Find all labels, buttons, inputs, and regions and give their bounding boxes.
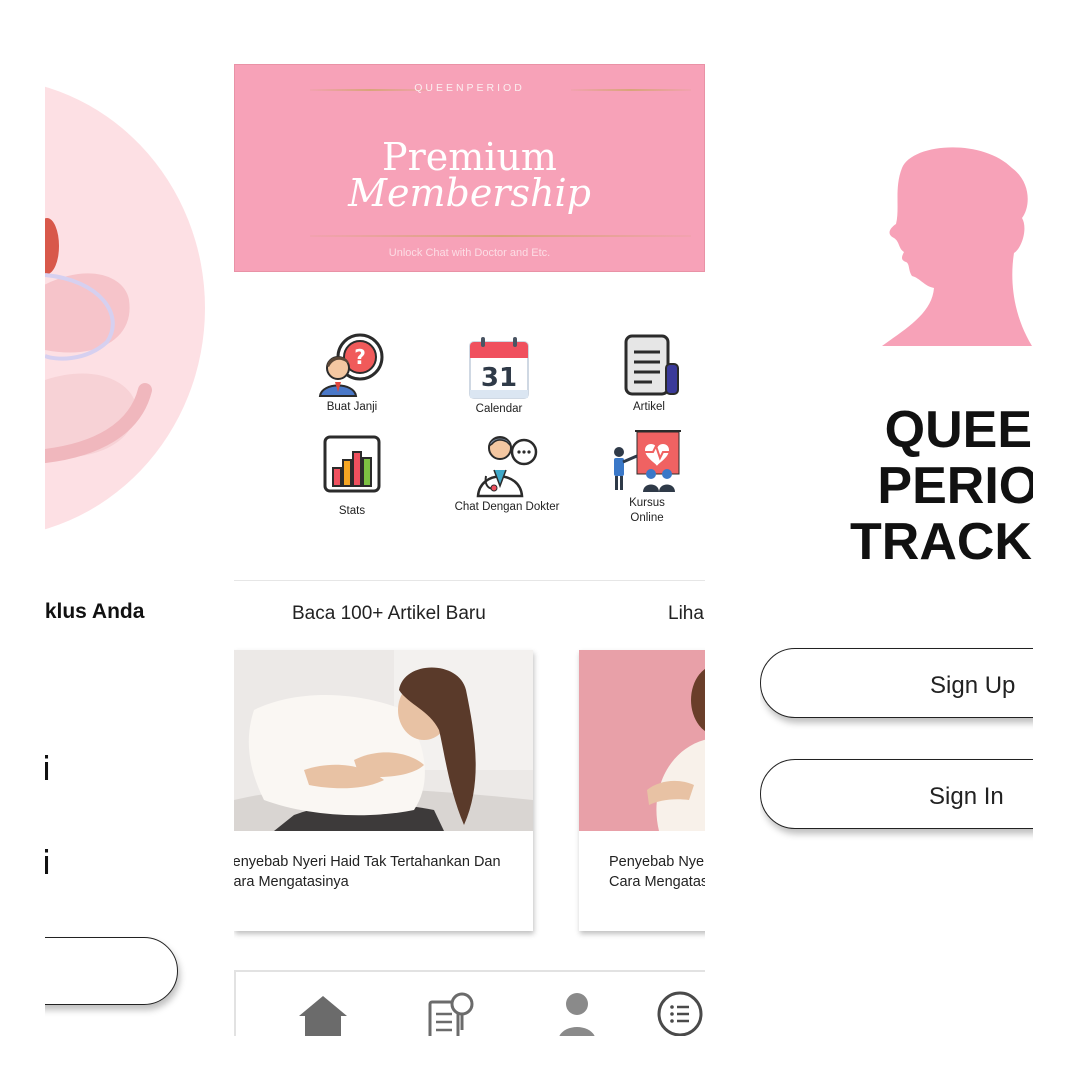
feature-calendar[interactable]: 31 Calendar [444, 336, 554, 417]
article-icon [624, 334, 679, 396]
premium-banner[interactable]: QUEENPERIOD Premium Membership Unlock Ch… [234, 64, 705, 272]
feature-label: Artikel [633, 401, 665, 413]
document-search-icon[interactable] [426, 990, 478, 1036]
app-title-line1: QUEEN [884, 401, 1033, 459]
left-screen: Siklus Anda i i [45, 60, 225, 1036]
app-title-line2: PERIOD [877, 457, 1033, 515]
article-title: Penyebab Nyeri Haid Tak Tertahankan Dan … [609, 854, 705, 890]
left-text-2: i [45, 844, 51, 882]
article-photo [234, 650, 533, 831]
banner-brand: QUEENPERIOD [414, 82, 525, 94]
article-photo [579, 650, 705, 831]
feature-label: Stats [338, 505, 366, 517]
online-course-icon [614, 430, 681, 492]
sign-in-button[interactable]: Sign In [760, 759, 1033, 829]
doctor-chat-icon [476, 436, 538, 498]
see-all-link[interactable]: Liha [668, 603, 704, 625]
feature-label: Calendar [475, 403, 523, 415]
left-action-button[interactable] [45, 937, 178, 1005]
feature-kursus-online[interactable]: Kursus Online [592, 428, 702, 526]
hero-illustration [45, 218, 152, 463]
left-text-1: i [45, 750, 51, 788]
stats-icon [323, 435, 381, 493]
woman-silhouette-logo [882, 147, 1032, 346]
feature-buat-janji[interactable]: ? Buat Janji [297, 332, 407, 415]
calendar-icon: 31 [469, 337, 529, 399]
cycle-heading: Siklus Anda [45, 600, 145, 623]
article-card[interactable]: Penyebab Nyeri Haid Tak Tertahankan Dan … [579, 650, 705, 931]
sign-up-button[interactable]: Sign Up [760, 648, 1033, 718]
appointment-icon: ? [318, 333, 384, 397]
feature-label: Kursus Online [629, 497, 665, 524]
article-title: Penyebab Nyeri Haid Tak Tertahankan Dan … [234, 854, 501, 890]
app-title: QUEEN PERIOD TRACKER [850, 402, 1033, 570]
list-icon[interactable] [656, 990, 704, 1036]
articles-section-title: Baca 100+ Artikel Baru [292, 603, 486, 624]
home-icon[interactable] [297, 990, 349, 1036]
calendar-day: 31 [481, 363, 517, 393]
feature-label: Chat Dengan Dokter [454, 501, 560, 513]
article-card[interactable]: Penyebab Nyeri Haid Tak Tertahankan Dan … [234, 650, 533, 931]
home-screen: QUEENPERIOD Premium Membership Unlock Ch… [234, 64, 705, 1036]
bottom-navigation [234, 970, 705, 1036]
sign-up-label: Sign Up [930, 672, 1016, 699]
feature-stats[interactable]: Stats [297, 434, 407, 519]
sign-in-label: Sign In [929, 783, 1004, 810]
profile-icon[interactable] [554, 990, 600, 1036]
feature-artikel[interactable]: Artikel [594, 334, 704, 415]
gold-line [310, 235, 691, 237]
banner-title-line2: Membership [348, 171, 591, 215]
section-divider [234, 580, 705, 581]
feature-label: Buat Janji [326, 401, 378, 413]
banner-subtitle: Unlock Chat with Doctor and Etc. [388, 247, 551, 259]
welcome-screen: QUEEN PERIOD TRACKER Sign Up Sign In [760, 110, 1033, 870]
svg-text:?: ? [354, 345, 366, 369]
app-title-line3: TRACKER [850, 513, 1033, 571]
feature-chat-dokter[interactable]: Chat Dengan Dokter [452, 430, 562, 515]
